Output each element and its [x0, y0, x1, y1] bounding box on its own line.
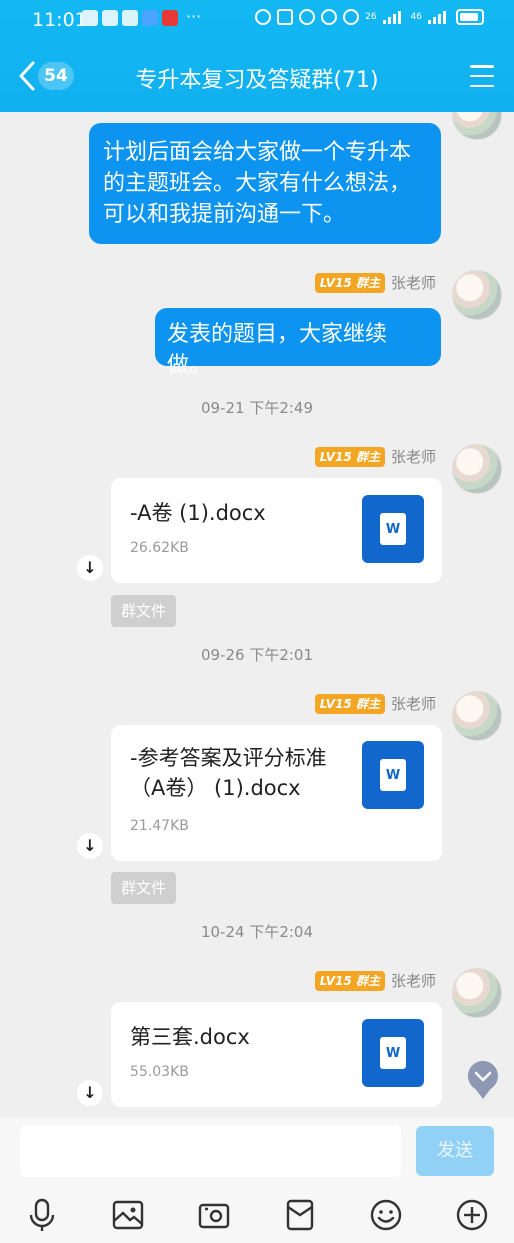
file-size: 26.62KB: [130, 540, 189, 556]
group-title: 专升本复习及答疑群(71): [135, 68, 379, 93]
input-toolbar: [0, 1189, 514, 1241]
word-document-icon: W: [362, 741, 424, 809]
signal-icon-2: [428, 10, 450, 24]
file-name: 第三套.docx: [130, 1025, 250, 1049]
file-card[interactable]: -A卷 (1).docx 26.62KB W: [111, 478, 442, 583]
sender-name[interactable]: 张老师: [391, 693, 436, 714]
wifi-icon: [343, 9, 360, 25]
timestamp: 10-24 下午2:04: [200, 923, 314, 941]
timestamp: 09-21 下午2:49: [200, 399, 314, 417]
sender-info: LV15 群主 张老师: [314, 272, 436, 293]
network-label-1: 26: [365, 12, 377, 22]
chat-header: 11:01 ··· 26 46 54 专升本复习及答疑群(71): [0, 0, 514, 112]
red-packet-icon[interactable]: [282, 1197, 318, 1233]
menu-icon[interactable]: [470, 65, 494, 87]
message-input[interactable]: [20, 1125, 401, 1177]
message-list[interactable]: 计划后面会给大家做一个专升本的主题班会。大家有什么想法，可以和我提前沟通一下。 …: [0, 112, 514, 1117]
send-button[interactable]: 发送: [416, 1126, 494, 1176]
download-arrow-icon[interactable]: ↓: [77, 555, 103, 581]
wechat-icon-2: [122, 10, 138, 26]
system-icons: 26 46: [255, 9, 484, 25]
timestamp: 09-26 下午2:01: [200, 646, 314, 664]
eye-icon: [255, 9, 272, 25]
sender-info: LV15 群主 张老师: [314, 446, 436, 467]
file-card[interactable]: 第三套.docx 55.03KB W: [111, 1002, 442, 1107]
file-name: -参考答案及评分标准（A卷） (1).docx: [130, 746, 327, 800]
battery-icon: [456, 9, 484, 25]
status-bar: 11:01 ··· 26 46: [0, 0, 514, 40]
sender-info: LV15 群主 张老师: [314, 693, 436, 714]
avatar[interactable]: [452, 968, 502, 1018]
scroll-to-bottom-icon[interactable]: [466, 1059, 500, 1101]
level-badge: LV15 群主: [314, 446, 385, 467]
level-badge: LV15 群主: [314, 693, 385, 714]
download-arrow-icon[interactable]: ↓: [77, 1080, 103, 1106]
message-bubble[interactable]: 发表的题目，大家继续做。: [155, 308, 441, 378]
sender-name[interactable]: 张老师: [391, 970, 436, 991]
nfc-icon: [277, 9, 294, 25]
bluetooth-icon: [299, 9, 316, 25]
missed-call-icon: [82, 10, 98, 26]
app-notification-icon-2: [162, 10, 178, 26]
input-bar: 发送: [0, 1117, 514, 1243]
avatar[interactable]: [452, 112, 502, 140]
emoji-icon[interactable]: [368, 1197, 404, 1233]
more-notifications-icon: ···: [186, 7, 202, 26]
message-bubble[interactable]: 计划后面会给大家做一个专升本的主题班会。大家有什么想法，可以和我提前沟通一下。: [89, 123, 441, 244]
avatar[interactable]: [452, 270, 502, 320]
level-badge: LV15 群主: [314, 272, 385, 293]
status-time: 11:01: [32, 9, 87, 31]
network-label-2: 46: [410, 12, 422, 22]
group-file-tag[interactable]: 群文件: [111, 595, 177, 627]
wechat-icon: [102, 10, 118, 26]
word-document-icon: W: [362, 1019, 424, 1087]
level-badge: LV15 群主: [314, 970, 385, 991]
avatar[interactable]: [452, 444, 502, 494]
notification-icons: [82, 10, 178, 26]
sender-info: LV15 群主 张老师: [314, 970, 436, 991]
app-notification-icon: [142, 10, 158, 26]
file-size: 55.03KB: [130, 1064, 189, 1080]
word-document-icon: W: [362, 495, 424, 563]
camera-icon[interactable]: [196, 1197, 232, 1233]
file-name: -A卷 (1).docx: [130, 501, 266, 525]
avatar[interactable]: [452, 691, 502, 741]
mute-icon: [321, 9, 338, 25]
file-size: 21.47KB: [130, 818, 189, 834]
group-file-tag[interactable]: 群文件: [111, 872, 177, 904]
image-icon[interactable]: [110, 1197, 146, 1233]
file-card[interactable]: -参考答案及评分标准（A卷） (1).docx 21.47KB W: [111, 725, 442, 861]
plus-icon[interactable]: [454, 1197, 490, 1233]
sender-name[interactable]: 张老师: [391, 446, 436, 467]
download-arrow-icon[interactable]: ↓: [77, 833, 103, 859]
signal-icon: [382, 10, 405, 24]
microphone-icon[interactable]: [24, 1197, 60, 1233]
sender-name[interactable]: 张老师: [391, 272, 436, 293]
